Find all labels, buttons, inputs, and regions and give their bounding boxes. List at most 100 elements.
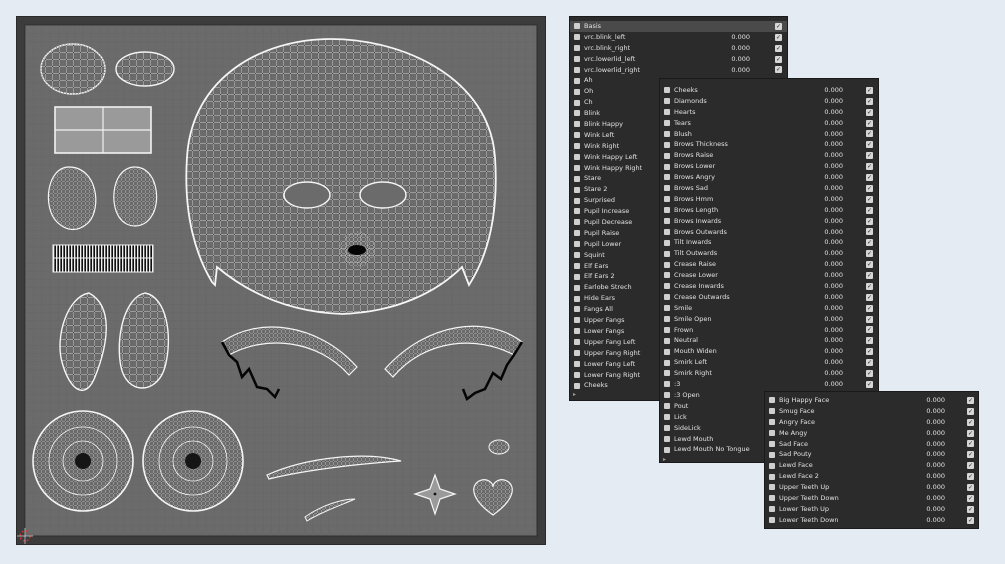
shape-key-value[interactable]: 0.000 <box>824 270 843 281</box>
shape-key-row[interactable]: Sad Pouty 0.000 ✓ <box>765 449 978 460</box>
shape-key-value[interactable]: 0.000 <box>926 449 945 460</box>
shape-key-name[interactable]: Lewd Face 2 <box>779 471 819 482</box>
shape-key-value[interactable]: 0.000 <box>824 107 843 118</box>
shape-key-value[interactable]: 0.000 <box>824 292 843 303</box>
mute-checkbox[interactable]: ✓ <box>866 239 873 247</box>
shape-key-row[interactable]: Cheeks 0.000 ✓ <box>660 85 878 96</box>
shape-key-value[interactable]: 0.000 <box>824 194 843 205</box>
shape-key-name[interactable]: Surprised <box>584 195 615 206</box>
shape-key-value[interactable]: 0.000 <box>824 303 843 314</box>
mute-checkbox[interactable]: ✓ <box>866 304 873 312</box>
shape-key-row[interactable]: Crease Inwards 0.000 ✓ <box>660 281 878 292</box>
shape-key-name[interactable]: Oh <box>584 86 593 97</box>
shape-key-row[interactable]: Brows Sad 0.000 ✓ <box>660 183 878 194</box>
shape-key-value[interactable]: 0.000 <box>824 118 843 129</box>
mute-checkbox[interactable]: ✓ <box>866 119 873 127</box>
shape-key-value[interactable]: 0.000 <box>926 515 945 526</box>
shape-key-row[interactable]: vrc.blink_left 0.000 ✓ <box>570 32 787 43</box>
shape-key-row[interactable]: Brows Hmm 0.000 ✓ <box>660 194 878 205</box>
shape-key-name[interactable]: Ah <box>584 75 593 86</box>
shape-key-name[interactable]: Smirk Left <box>674 357 707 368</box>
uv-island-iris-left[interactable] <box>32 410 134 512</box>
mute-checkbox[interactable]: ✓ <box>866 152 873 160</box>
uv-island-pupil[interactable] <box>488 439 510 455</box>
mute-checkbox[interactable]: ✓ <box>967 473 974 481</box>
panel-resize-handle[interactable]: ▸ <box>573 391 576 398</box>
shape-key-name[interactable]: :3 Open <box>674 390 700 401</box>
uv-island-teeth-left[interactable] <box>47 166 97 231</box>
shape-key-row[interactable]: Smug Face 0.000 ✓ <box>765 406 978 417</box>
shape-key-name[interactable]: Tilt Outwards <box>674 248 717 259</box>
shape-key-name[interactable]: Crease Inwards <box>674 281 724 292</box>
shape-key-value[interactable]: 0.000 <box>926 417 945 428</box>
shape-key-name[interactable]: Lick <box>674 412 687 423</box>
shape-key-name[interactable]: Pout <box>674 401 688 412</box>
shape-key-row[interactable]: Brows Outwards 0.000 ✓ <box>660 227 878 238</box>
uv-island-teeth-right[interactable] <box>113 166 158 227</box>
shape-key-value[interactable]: 0.000 <box>824 205 843 216</box>
shape-key-name[interactable]: Frown <box>674 325 693 336</box>
shape-key-name[interactable]: Upper Teeth Down <box>779 493 839 504</box>
mute-checkbox[interactable]: ✓ <box>866 195 873 203</box>
shape-key-row[interactable]: Brows Angry 0.000 ✓ <box>660 172 878 183</box>
shape-key-value[interactable]: 0.000 <box>824 281 843 292</box>
shape-key-name[interactable]: Brows Length <box>674 205 718 216</box>
shape-key-name[interactable]: Ch <box>584 97 593 108</box>
mute-checkbox[interactable]: ✓ <box>967 451 974 459</box>
shape-key-row[interactable]: vrc.lowerlid_right 0.000 ✓ <box>570 65 787 76</box>
mute-checkbox[interactable]: ✓ <box>967 407 974 415</box>
shape-key-name[interactable]: Upper Fang Left <box>584 337 635 348</box>
shape-key-value[interactable]: 0.000 <box>926 482 945 493</box>
shape-key-name[interactable]: Stare <box>584 173 601 184</box>
shape-key-value[interactable]: 0.000 <box>926 395 945 406</box>
shape-key-name[interactable]: Smirk Right <box>674 368 712 379</box>
shape-keys-panel-third[interactable]: Big Happy Face 0.000 ✓ Smug Face 0.000 ✓ Angry… <box>764 391 979 529</box>
shape-key-name[interactable]: Cheeks <box>674 85 698 96</box>
shape-key-value[interactable]: 0.000 <box>731 32 750 43</box>
mute-checkbox[interactable]: ✓ <box>866 250 873 258</box>
shape-key-value[interactable]: 0.000 <box>824 139 843 150</box>
shape-key-value[interactable]: 0.000 <box>824 237 843 248</box>
mute-checkbox[interactable]: ✓ <box>866 174 873 182</box>
shape-key-name[interactable]: Elf Ears 2 <box>584 271 615 282</box>
shape-key-value[interactable]: 0.000 <box>824 172 843 183</box>
mute-checkbox[interactable]: ✓ <box>967 429 974 437</box>
shape-key-name[interactable]: Elf Ears <box>584 261 608 272</box>
shape-key-row[interactable]: Brows Raise 0.000 ✓ <box>660 150 878 161</box>
shape-key-value[interactable]: 0.000 <box>824 96 843 107</box>
shape-key-name[interactable]: Pupil Decrease <box>584 217 632 228</box>
shape-key-value[interactable]: 0.000 <box>824 314 843 325</box>
mute-checkbox[interactable]: ✓ <box>866 293 873 301</box>
mute-checkbox[interactable]: ✓ <box>866 315 873 323</box>
mute-checkbox[interactable]: ✓ <box>866 108 873 116</box>
shape-key-name[interactable]: Big Happy Face <box>779 395 829 406</box>
shape-key-row[interactable]: Lower Teeth Down 0.000 ✓ <box>765 515 978 526</box>
shape-key-row[interactable]: Smirk Left 0.000 ✓ <box>660 357 878 368</box>
uv-canvas[interactable] <box>17 17 545 544</box>
shape-key-name[interactable]: Wink Happy Left <box>584 152 637 163</box>
shape-key-value[interactable]: 0.000 <box>824 161 843 172</box>
shape-key-name[interactable]: Crease Raise <box>674 259 716 270</box>
shape-key-name[interactable]: vrc.blink_right <box>584 43 630 54</box>
mute-checkbox[interactable]: ✓ <box>866 370 873 378</box>
shape-key-value[interactable]: 0.000 <box>926 493 945 504</box>
shape-key-name[interactable]: Fangs All <box>584 304 613 315</box>
mute-checkbox[interactable]: ✓ <box>967 505 974 513</box>
shape-key-row[interactable]: Lewd Face 0.000 ✓ <box>765 460 978 471</box>
shape-key-row[interactable]: Tilt Inwards 0.000 ✓ <box>660 237 878 248</box>
shape-key-value[interactable]: 0.000 <box>926 471 945 482</box>
shape-key-row[interactable]: Smile Open 0.000 ✓ <box>660 314 878 325</box>
shape-key-name[interactable]: vrc.lowerlid_left <box>584 54 635 65</box>
shape-key-row[interactable]: Crease Outwards 0.000 ✓ <box>660 292 878 303</box>
shape-key-row[interactable]: Mouth Widen 0.000 ✓ <box>660 346 878 357</box>
mute-checkbox[interactable]: ✓ <box>866 141 873 149</box>
shape-key-name[interactable]: Lower Fang Right <box>584 370 640 381</box>
shape-key-name[interactable]: Lower Fangs <box>584 326 624 337</box>
mute-checkbox[interactable]: ✓ <box>866 228 873 236</box>
shape-key-row[interactable]: Angry Face 0.000 ✓ <box>765 417 978 428</box>
uv-island-iris-right[interactable] <box>142 410 244 512</box>
shape-key-name[interactable]: Earlobe Strech <box>584 282 632 293</box>
mute-checkbox[interactable]: ✓ <box>967 484 974 492</box>
shape-key-name[interactable]: vrc.lowerlid_right <box>584 65 640 76</box>
shape-key-row[interactable]: vrc.lowerlid_left 0.000 ✓ <box>570 54 787 65</box>
